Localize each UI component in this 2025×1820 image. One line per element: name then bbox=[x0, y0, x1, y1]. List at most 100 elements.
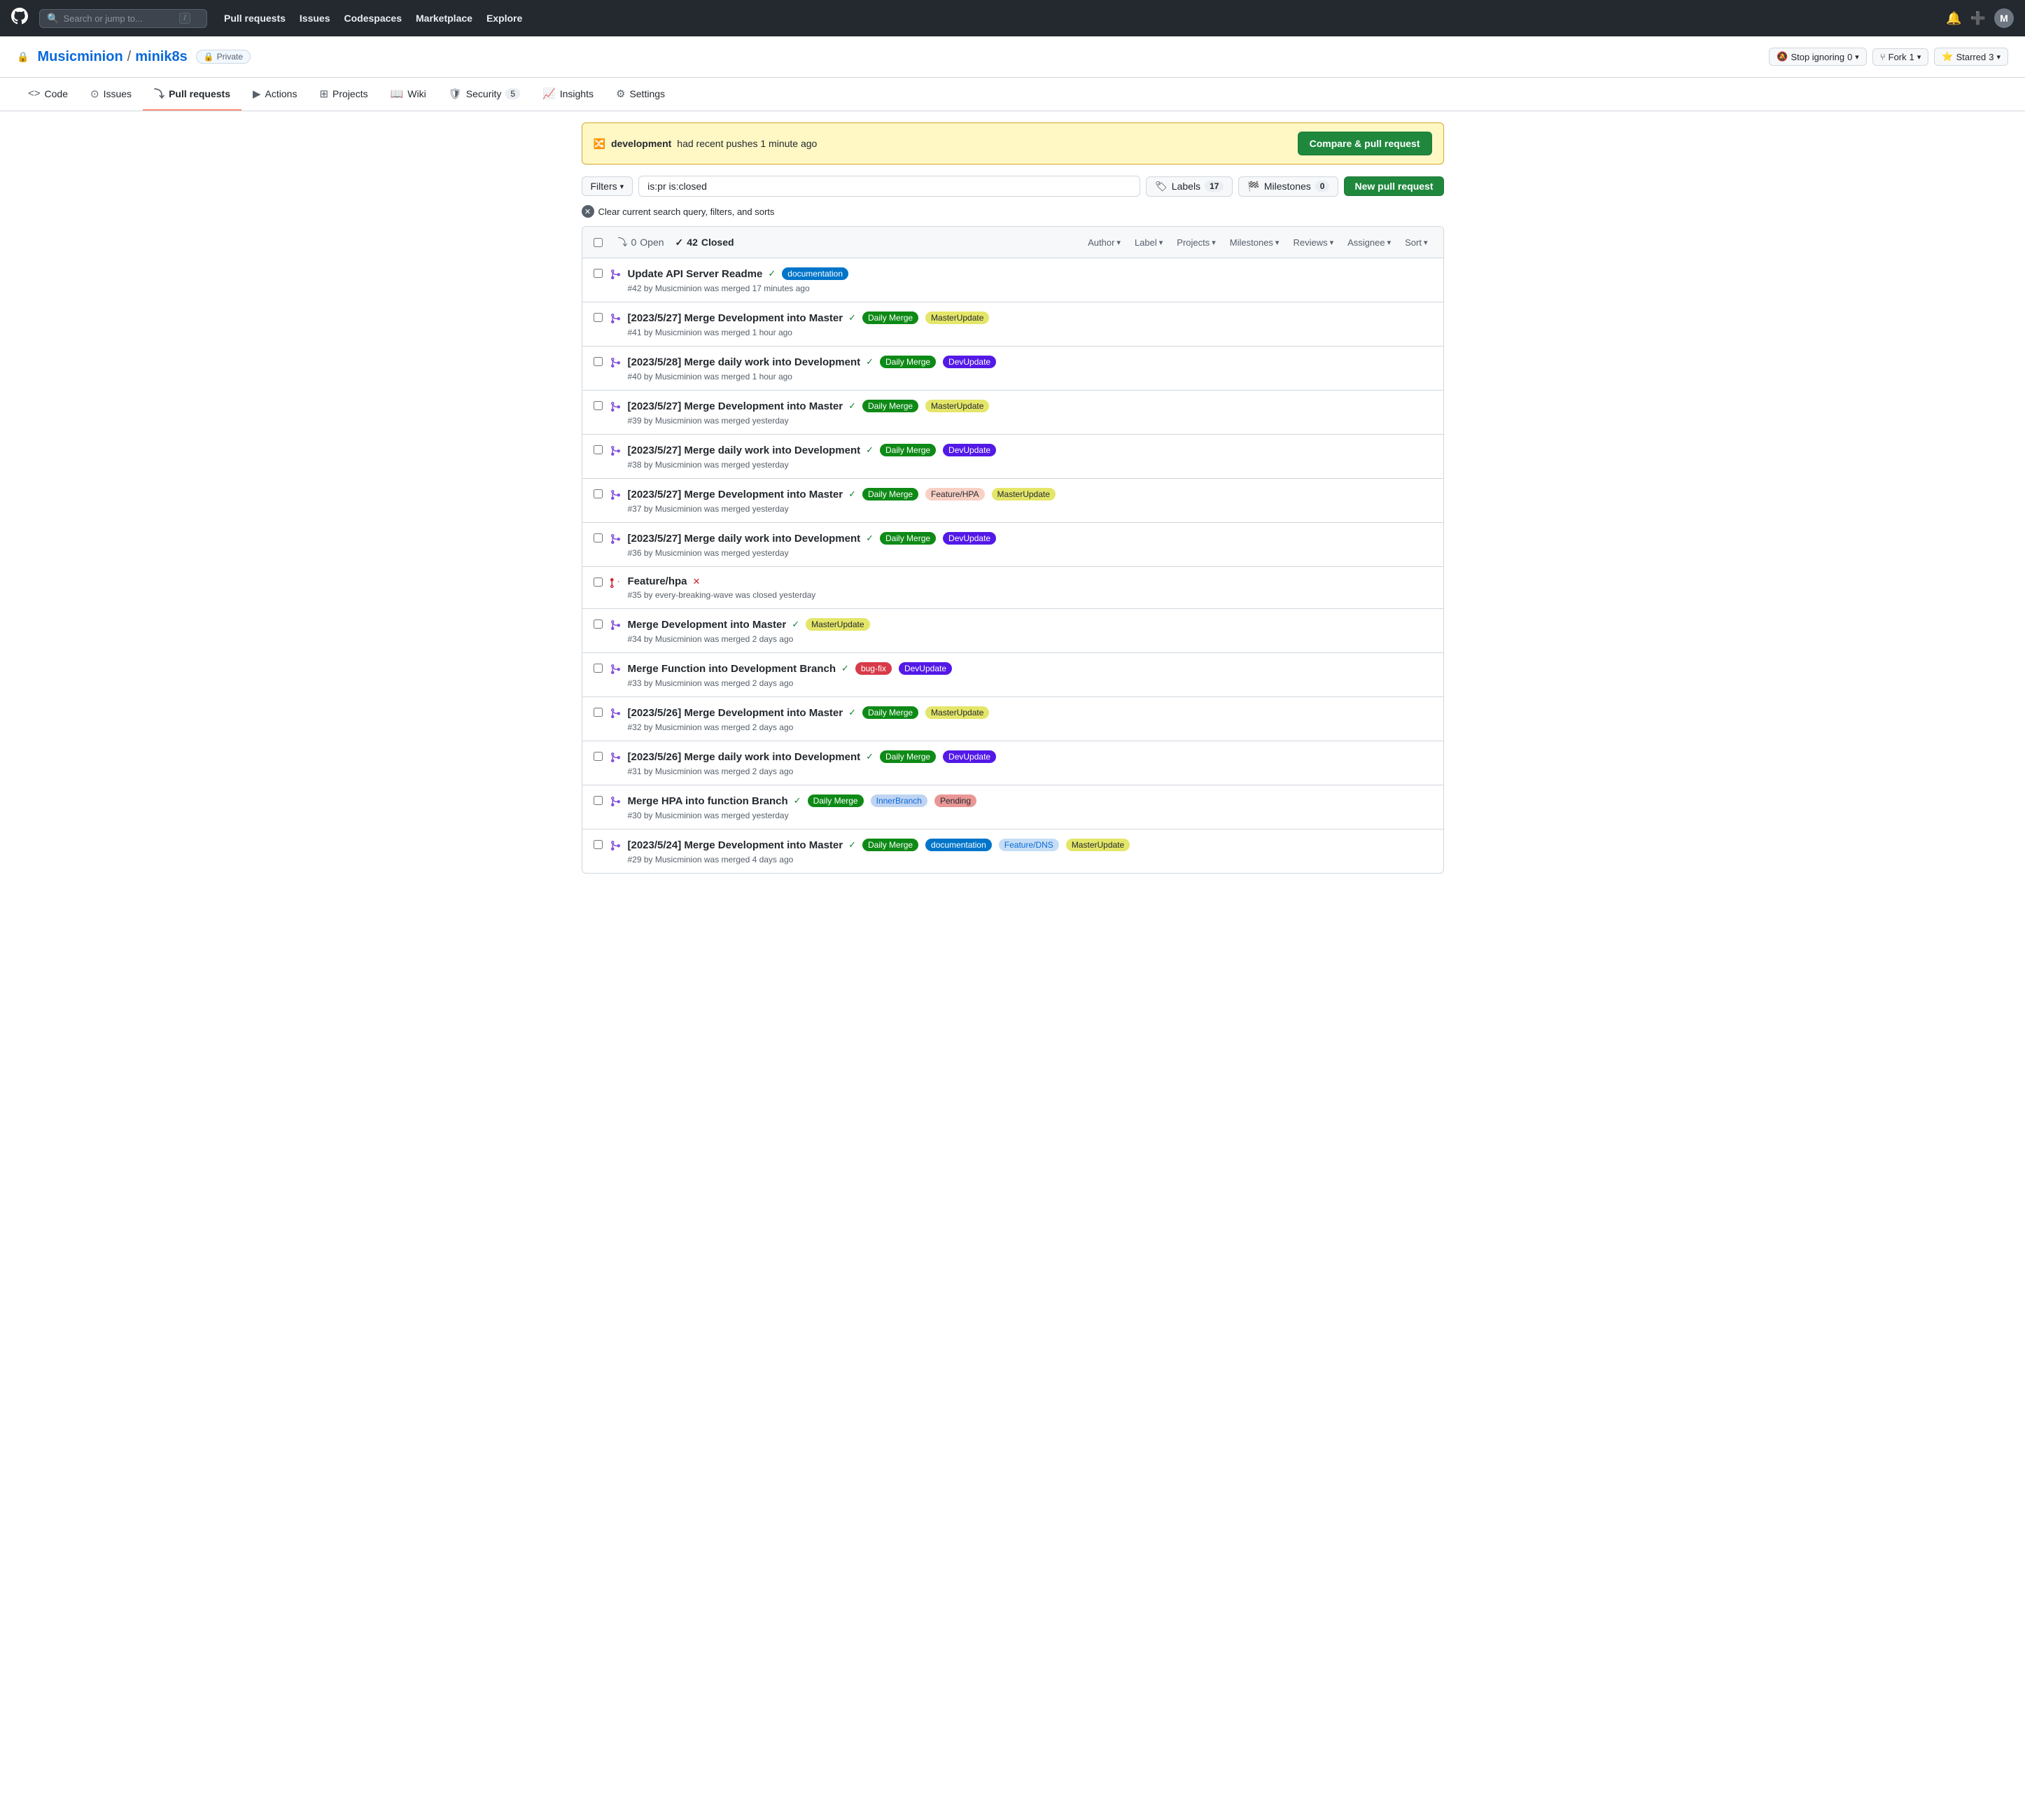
org-link[interactable]: Musicminion bbox=[37, 49, 122, 65]
label-bug-fix[interactable]: bug-fix bbox=[855, 662, 892, 675]
label-daily-merge[interactable]: Daily Merge bbox=[880, 532, 936, 545]
row-checkbox[interactable] bbox=[594, 533, 603, 542]
author-dropdown[interactable]: Author ▾ bbox=[1084, 236, 1125, 249]
label-dropdown[interactable]: Label ▾ bbox=[1130, 236, 1167, 249]
label-daily-merge[interactable]: Daily Merge bbox=[880, 750, 936, 763]
reviews-dropdown[interactable]: Reviews ▾ bbox=[1289, 236, 1338, 249]
label-dev-update[interactable]: DevUpdate bbox=[899, 662, 952, 675]
filters-dropdown[interactable]: Filters ▾ bbox=[582, 176, 633, 196]
pr-title[interactable]: [2023/5/27] Merge Development into Maste… bbox=[628, 489, 843, 500]
label-daily-merge[interactable]: Daily Merge bbox=[862, 839, 918, 851]
labels-button[interactable]: 🏷 Labels 17 bbox=[1146, 176, 1233, 197]
row-checkbox[interactable] bbox=[594, 313, 603, 322]
label-daily-merge[interactable]: Daily Merge bbox=[862, 400, 918, 412]
pr-title[interactable]: [2023/5/27] Merge daily work into Develo… bbox=[628, 444, 861, 456]
label-daily-merge[interactable]: Daily Merge bbox=[862, 312, 918, 324]
tab-settings[interactable]: ⚙ Settings bbox=[605, 79, 676, 110]
explore-nav-link[interactable]: Explore bbox=[481, 10, 528, 27]
row-checkbox[interactable] bbox=[594, 269, 603, 278]
row-checkbox[interactable] bbox=[594, 796, 603, 805]
row-checkbox[interactable] bbox=[594, 664, 603, 673]
clear-filter[interactable]: ✕ Clear current search query, filters, a… bbox=[582, 205, 1444, 218]
row-checkbox[interactable] bbox=[594, 445, 603, 454]
new-pull-request-button[interactable]: New pull request bbox=[1344, 176, 1443, 196]
label-inner-branch[interactable]: InnerBranch bbox=[871, 794, 927, 807]
tab-code[interactable]: <> Code bbox=[17, 79, 79, 109]
label-feature-hpa[interactable]: Feature/HPA bbox=[925, 488, 984, 500]
row-checkbox[interactable] bbox=[594, 489, 603, 498]
tab-pull-requests[interactable]: ⤵ Pull requests bbox=[143, 78, 241, 111]
pr-title[interactable]: [2023/5/28] Merge daily work into Develo… bbox=[628, 356, 861, 368]
milestones-dropdown[interactable]: Milestones ▾ bbox=[1226, 236, 1284, 249]
tab-wiki[interactable]: 📖 Wiki bbox=[379, 79, 437, 110]
label-master-update[interactable]: MasterUpdate bbox=[925, 706, 989, 719]
pr-title[interactable]: Feature/hpa bbox=[628, 575, 687, 587]
label-dev-update[interactable]: DevUpdate bbox=[943, 444, 996, 456]
pr-title[interactable]: Update API Server Readme bbox=[628, 268, 763, 280]
tab-issues[interactable]: ⊙ Issues bbox=[79, 79, 143, 110]
marketplace-nav-link[interactable]: Marketplace bbox=[410, 10, 478, 27]
label-master-update[interactable]: MasterUpdate bbox=[925, 312, 989, 324]
row-checkbox[interactable] bbox=[594, 401, 603, 410]
plus-icon[interactable]: ➕ bbox=[1970, 11, 1986, 26]
sort-dropdown[interactable]: Sort ▾ bbox=[1401, 236, 1431, 249]
label-documentation[interactable]: documentation bbox=[925, 839, 992, 851]
pr-title[interactable]: [2023/5/24] Merge Development into Maste… bbox=[628, 839, 843, 851]
pr-title[interactable]: Merge Development into Master bbox=[628, 619, 787, 631]
pr-title[interactable]: [2023/5/26] Merge Development into Maste… bbox=[628, 707, 843, 719]
label-dev-update[interactable]: DevUpdate bbox=[943, 532, 996, 545]
closed-tab[interactable]: ✓ 42 Closed bbox=[675, 235, 734, 250]
label-documentation[interactable]: documentation bbox=[782, 267, 848, 280]
label-daily-merge[interactable]: Daily Merge bbox=[880, 444, 936, 456]
star-button[interactable]: ⭐ Starred 3 ▾ bbox=[1934, 48, 2008, 66]
milestones-button[interactable]: 🏁 Milestones 0 bbox=[1238, 176, 1338, 197]
codespaces-nav-link[interactable]: Codespaces bbox=[339, 10, 407, 27]
select-all-checkbox[interactable] bbox=[594, 238, 603, 247]
fork-button[interactable]: ⑂ Fork 1 ▾ bbox=[1872, 48, 1929, 66]
pullrequests-nav-link[interactable]: Pull requests bbox=[218, 10, 291, 27]
row-checkbox[interactable] bbox=[594, 752, 603, 761]
projects-dropdown[interactable]: Projects ▾ bbox=[1172, 236, 1220, 249]
label-master-update[interactable]: MasterUpdate bbox=[925, 400, 989, 412]
search-bar[interactable]: 🔍 / bbox=[39, 9, 207, 28]
pr-title[interactable]: Merge HPA into function Branch bbox=[628, 795, 788, 807]
stop-ignoring-button[interactable]: 🔕 Stop ignoring 0 ▾ bbox=[1769, 48, 1867, 66]
pr-title[interactable]: [2023/5/27] Merge daily work into Develo… bbox=[628, 533, 861, 545]
repo-link[interactable]: minik8s bbox=[135, 49, 187, 65]
avatar[interactable]: M bbox=[1994, 8, 2014, 28]
search-input[interactable] bbox=[63, 13, 175, 24]
issues-nav-link[interactable]: Issues bbox=[294, 10, 336, 27]
label-pending[interactable]: Pending bbox=[934, 794, 976, 807]
row-checkbox[interactable] bbox=[594, 840, 603, 849]
pr-title[interactable]: [2023/5/27] Merge Development into Maste… bbox=[628, 312, 843, 324]
issues-icon: ⊙ bbox=[90, 88, 99, 100]
tab-actions[interactable]: ▶ Actions bbox=[241, 79, 308, 110]
label-dev-update[interactable]: DevUpdate bbox=[943, 750, 996, 763]
tab-projects[interactable]: ⊞ Projects bbox=[308, 79, 379, 110]
open-tab[interactable]: ⤵ 0 Open bbox=[618, 234, 664, 251]
label-dev-update[interactable]: DevUpdate bbox=[943, 356, 996, 368]
github-logo-icon[interactable] bbox=[11, 8, 28, 29]
assignee-dropdown[interactable]: Assignee ▾ bbox=[1343, 236, 1395, 249]
tab-insights[interactable]: 📈 Insights bbox=[531, 79, 605, 110]
label-daily-merge[interactable]: Daily Merge bbox=[862, 706, 918, 719]
pr-title[interactable]: [2023/5/26] Merge daily work into Develo… bbox=[628, 751, 861, 763]
label-daily-merge[interactable]: Daily Merge bbox=[862, 488, 918, 500]
label-daily-merge[interactable]: Daily Merge bbox=[880, 356, 936, 368]
label-master-update[interactable]: MasterUpdate bbox=[992, 488, 1056, 500]
pr-title[interactable]: Merge Function into Development Branch bbox=[628, 663, 836, 675]
pr-title[interactable]: [2023/5/27] Merge Development into Maste… bbox=[628, 400, 843, 412]
label-daily-merge[interactable]: Daily Merge bbox=[808, 794, 864, 807]
label-feature-dns[interactable]: Feature/DNS bbox=[999, 839, 1059, 851]
pr-search-input[interactable] bbox=[638, 176, 1140, 197]
bell-icon[interactable]: 🔔 bbox=[1946, 11, 1961, 26]
row-checkbox[interactable] bbox=[594, 578, 603, 587]
row-checkbox[interactable] bbox=[594, 620, 603, 629]
tab-security[interactable]: 🛡 Security 5 bbox=[437, 79, 531, 110]
label-master-update[interactable]: MasterUpdate bbox=[806, 618, 869, 631]
label-master-update[interactable]: MasterUpdate bbox=[1066, 839, 1130, 851]
row-checkbox[interactable] bbox=[594, 708, 603, 717]
security-count: 5 bbox=[505, 88, 520, 99]
row-checkbox[interactable] bbox=[594, 357, 603, 366]
compare-pull-request-button[interactable]: Compare & pull request bbox=[1298, 132, 1432, 155]
